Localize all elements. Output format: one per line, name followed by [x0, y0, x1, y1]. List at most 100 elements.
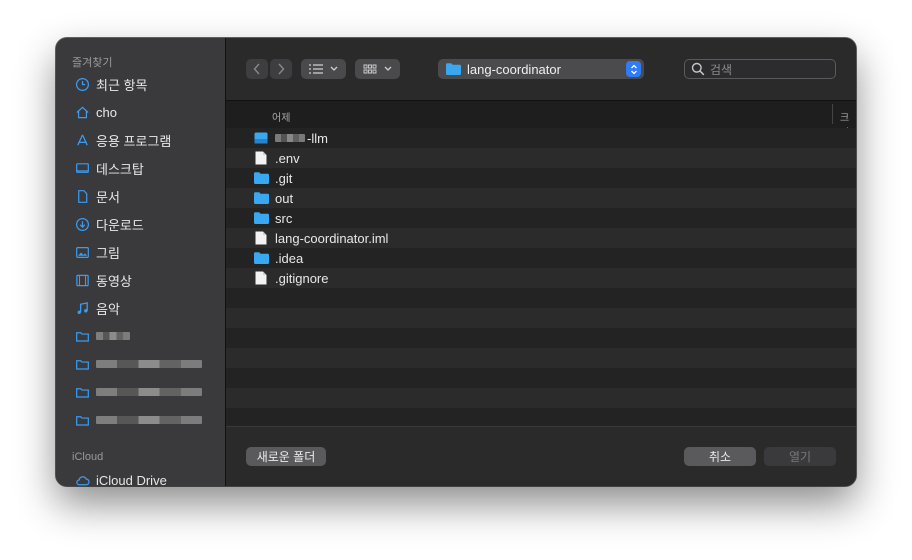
empty-row: [226, 368, 856, 388]
column-name-header[interactable]: 어제: [272, 109, 290, 124]
open-button[interactable]: 열기: [764, 447, 836, 466]
file-name: src: [275, 210, 293, 226]
sidebar-item-redacted-folder[interactable]: [74, 381, 219, 403]
grid-view-button[interactable]: [355, 59, 400, 79]
file-icon: [253, 151, 269, 165]
toolbar: lang-coordinator 검색: [226, 38, 856, 101]
file-row[interactable]: .env: [226, 148, 856, 168]
folder-outline-icon: [74, 412, 90, 428]
file-name: -llm: [307, 130, 328, 146]
desktop-icon: [74, 160, 90, 176]
sidebar-item-label: 최근 항목: [96, 77, 148, 93]
favorites-section-title: 즐겨찾기: [72, 57, 113, 69]
sidebar-item-label: 데스크탑: [96, 161, 144, 177]
sidebar-item-label: 그림: [96, 245, 120, 261]
folder-icon: [253, 171, 269, 185]
file-row[interactable]: -llm: [226, 128, 856, 148]
redacted-prefix: [275, 134, 305, 142]
sidebar-item-label: 동영상: [96, 273, 132, 289]
redacted-label: [96, 332, 130, 340]
applications-icon: [74, 132, 90, 148]
folder-icon: [253, 191, 269, 205]
sidebar: 즐겨찾기 최근 항목 cho 응용 프로그램 데스크탑 문서 다운로드 그림 동…: [56, 38, 226, 486]
sidebar-item-redacted-folder[interactable]: [74, 325, 219, 347]
sidebar-item-documents[interactable]: 문서: [74, 185, 219, 207]
sidebar-item-applications[interactable]: 응용 프로그램: [74, 129, 219, 151]
sidebar-item-icloud-drive[interactable]: iCloud Drive: [74, 469, 219, 486]
icloud-section-title: iCloud: [72, 451, 104, 463]
music-icon: [74, 300, 90, 316]
file-row[interactable]: .idea: [226, 248, 856, 268]
sidebar-item-recents[interactable]: 최근 항목: [74, 73, 219, 95]
sidebar-item-home[interactable]: cho: [74, 101, 219, 123]
sidebar-item-label: iCloud Drive: [96, 472, 167, 487]
sidebar-item-desktop[interactable]: 데스크탑: [74, 157, 219, 179]
file-name: .git: [275, 170, 293, 186]
chevron-right-icon: [278, 63, 285, 75]
file-list: -llm .env .git out src lang-coordinator.…: [226, 128, 856, 426]
redacted-label: [96, 416, 202, 424]
empty-row: [226, 328, 856, 348]
new-folder-button[interactable]: 새로운 폴더: [246, 447, 326, 466]
column-divider[interactable]: [832, 104, 833, 124]
file-row[interactable]: .git: [226, 168, 856, 188]
grid-icon: [363, 64, 377, 73]
empty-row: [226, 348, 856, 368]
file-name: .idea: [275, 250, 304, 266]
sidebar-item-redacted-folder[interactable]: [74, 353, 219, 375]
film-icon: [74, 272, 90, 288]
path-label: lang-coordinator: [467, 61, 561, 77]
search-placeholder: 검색: [710, 62, 733, 77]
search-icon: [691, 62, 705, 76]
empty-row: [226, 288, 856, 308]
file-row[interactable]: src: [226, 208, 856, 228]
sidebar-item-downloads[interactable]: 다운로드: [74, 213, 219, 235]
list-view-button[interactable]: [301, 59, 346, 79]
folder-icon: [253, 251, 269, 265]
list-icon: [309, 64, 323, 74]
file-name: out: [275, 190, 294, 206]
chevron-down-icon: [384, 66, 392, 71]
cancel-button[interactable]: 취소: [684, 447, 756, 466]
sidebar-item-redacted-folder[interactable]: [74, 409, 219, 431]
file-row[interactable]: lang-coordinator.iml: [226, 228, 856, 248]
sidebar-item-label: 음악: [96, 301, 120, 317]
file-row[interactable]: .gitignore: [226, 268, 856, 288]
sidebar-item-label: 다운로드: [96, 217, 144, 233]
sidebar-item-music[interactable]: 음악: [74, 297, 219, 319]
up-down-chevron-icon: [626, 61, 641, 77]
folder-icon: [253, 211, 269, 225]
file-name: lang-coordinator.iml: [275, 230, 389, 246]
sidebar-item-movies[interactable]: 동영상: [74, 269, 219, 291]
empty-row: [226, 408, 856, 426]
search-field[interactable]: 검색: [684, 59, 836, 79]
file-open-dialog: 즐겨찾기 최근 항목 cho 응용 프로그램 데스크탑 문서 다운로드 그림 동…: [56, 38, 856, 486]
sidebar-item-label: 응용 프로그램: [96, 133, 172, 149]
redacted-label: [96, 360, 202, 368]
dialog-footer: 새로운 폴더 취소 열기: [226, 426, 856, 486]
folder-outline-icon: [74, 328, 90, 344]
clock-icon: [74, 76, 90, 92]
empty-row: [226, 388, 856, 408]
sidebar-item-pictures[interactable]: 그림: [74, 241, 219, 263]
empty-row: [226, 308, 856, 328]
file-row[interactable]: out: [226, 188, 856, 208]
redacted-label: [96, 388, 202, 396]
folder-icon: [446, 63, 461, 75]
home-icon: [74, 104, 90, 120]
sidebar-item-label: cho: [96, 104, 117, 120]
document-icon: [74, 188, 90, 204]
back-button[interactable]: [246, 59, 268, 79]
file-icon: [253, 271, 269, 285]
chevron-down-icon: [330, 66, 338, 71]
file-name: .gitignore: [275, 270, 329, 286]
path-popup[interactable]: lang-coordinator: [438, 59, 644, 79]
folder-outline-icon: [74, 384, 90, 400]
chevron-left-icon: [253, 63, 260, 75]
file-icon: [253, 231, 269, 245]
folder-outline-icon: [74, 356, 90, 372]
photo-icon: [74, 244, 90, 260]
forward-button[interactable]: [270, 59, 292, 79]
sidebar-item-label: 문서: [96, 189, 120, 205]
column-header: 어제 크기: [226, 101, 856, 139]
